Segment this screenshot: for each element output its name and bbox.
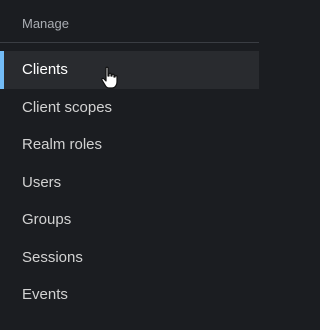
sidebar-item-client-scopes[interactable]: Client scopes (0, 89, 259, 127)
sidebar-item-users[interactable]: Users (0, 164, 259, 202)
sidebar-item-clients[interactable]: Clients (0, 51, 259, 89)
nav-list: Clients Client scopes Realm roles Users … (0, 51, 259, 314)
sidebar-nav: Manage Clients Client scopes Realm roles… (0, 0, 259, 330)
hand-pointer-icon (101, 66, 118, 89)
sidebar-item-groups[interactable]: Groups (0, 201, 259, 239)
section-header-manage: Manage (22, 16, 69, 31)
sidebar-item-sessions[interactable]: Sessions (0, 239, 259, 277)
sidebar-item-realm-roles[interactable]: Realm roles (0, 126, 259, 164)
section-divider (0, 42, 259, 43)
sidebar-item-events[interactable]: Events (0, 276, 259, 314)
